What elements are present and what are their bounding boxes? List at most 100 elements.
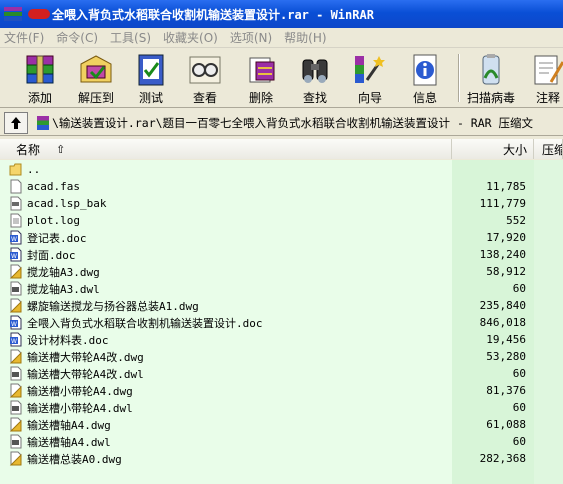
menu-options[interactable]: 选项(N): [230, 29, 272, 46]
extract-to-button[interactable]: 解压到: [74, 50, 118, 106]
file-size: 81,376: [486, 384, 526, 397]
file-name: 输送槽小带轮A4.dwg: [27, 384, 133, 398]
find-label: 查找: [302, 91, 327, 105]
file-row[interactable]: 输送槽小带轮A4.dwg 81,376: [0, 382, 563, 399]
virus-scan-label: 扫描病毒: [466, 91, 515, 105]
wizard-label: 向导: [357, 91, 382, 105]
file-row[interactable]: W 登记表.doc 17,920: [0, 229, 563, 246]
file-row[interactable]: 输送槽总装A0.dwg 282,368: [0, 450, 563, 467]
file-row[interactable]: 输送槽轴A4.dwg 61,088: [0, 416, 563, 433]
file-name: plot.log: [27, 214, 80, 227]
dwl-file-icon: [9, 434, 23, 449]
toolbar: 添加 解压到 测试 查看 删除 查找 向导 信息 扫描病毒 注释: [0, 48, 563, 108]
extract-to-icon: [80, 55, 112, 83]
file-name: 登记表.doc: [27, 231, 87, 245]
doc-file-icon: W: [9, 247, 23, 262]
file-size: 11,785: [486, 180, 526, 193]
dwg-file-icon: [9, 417, 23, 432]
file-row[interactable]: W 设计材料表.doc 19,456: [0, 331, 563, 348]
column-header-name[interactable]: 名称 ⇧: [0, 139, 452, 159]
file-row[interactable]: plot.log 552: [0, 212, 563, 229]
menu-commands[interactable]: 命令(C): [56, 29, 98, 46]
file-size: 846,018: [479, 316, 526, 329]
menu-tools[interactable]: 工具(S): [110, 29, 151, 46]
file-row[interactable]: 输送槽大带轮A4改.dwg 53,280: [0, 348, 563, 365]
test-button[interactable]: 测试: [131, 50, 171, 106]
file-row[interactable]: ..: [0, 161, 563, 178]
delete-button[interactable]: 删除: [241, 50, 281, 106]
delete-label: 删除: [248, 91, 273, 105]
file-row[interactable]: 输送槽小带轮A4.dwl 60: [0, 399, 563, 416]
menu-bar: 文件(F) 命令(C) 工具(S) 收藏夹(O) 选项(N) 帮助(H): [0, 28, 563, 48]
file-row[interactable]: 输送槽大带轮A4改.dwl 60: [0, 365, 563, 382]
delete-icon: [249, 57, 275, 83]
test-icon: [138, 54, 164, 86]
column-header-packed[interactable]: 压缩: [534, 139, 563, 159]
file-name: ..: [27, 163, 41, 176]
info-button[interactable]: 信息: [405, 50, 445, 106]
file-size: 17,920: [486, 231, 526, 244]
add-label: 添加: [27, 91, 52, 105]
info-label: 信息: [412, 91, 437, 105]
doc-file-icon: W: [9, 230, 23, 245]
file-size: 60: [512, 282, 526, 295]
file-row[interactable]: acad.fas 11,785: [0, 178, 563, 195]
file-size: 61,088: [486, 418, 526, 431]
file-row[interactable]: 搅龙轴A3.dwl 60: [0, 280, 563, 297]
column-header: 名称 ⇧ 大小 压缩: [0, 139, 563, 159]
window-title: 全喂入背负式水稻联合收割机输送装置设计.rar - WinRAR: [52, 7, 374, 22]
file-file-icon: [9, 179, 23, 194]
comment-icon: [534, 55, 563, 85]
file-row[interactable]: W 全喂入背负式水稻联合收割机输送装置设计.doc 846,018: [0, 314, 563, 331]
file-row[interactable]: acad.lsp_bak 111,779: [0, 195, 563, 212]
info-icon: [413, 54, 437, 86]
menu-file[interactable]: 文件(F): [4, 29, 44, 46]
dwg-file-icon: [9, 383, 23, 398]
dwg-file-icon: [9, 451, 23, 466]
file-name: 输送槽总装A0.dwg: [27, 452, 122, 466]
file-size: 60: [512, 401, 526, 414]
menu-help[interactable]: 帮助(H): [284, 29, 326, 46]
toolbar-separator: [458, 54, 460, 102]
file-name: 封面.doc: [27, 248, 76, 262]
wizard-icon: [355, 56, 385, 83]
virus-scan-button[interactable]: 扫描病毒: [464, 50, 518, 106]
svg-text:W: W: [11, 321, 17, 328]
up-folder-button[interactable]: [4, 111, 28, 134]
rar-archive-icon: [37, 115, 49, 130]
file-list: .. acad.fas 11,785 acad.lsp_bak 111,779 plot.…: [0, 160, 563, 484]
file-name: 输送槽大带轮A4改.dwl: [27, 367, 144, 381]
path-text: \输送装置设计.rar\题目一百零七全喂入背负式水稻联合收割机输送装置设计 - …: [52, 115, 534, 130]
file-size: 58,912: [486, 265, 526, 278]
find-button[interactable]: 查找: [295, 50, 335, 106]
virus-scan-icon: [482, 54, 500, 85]
column-header-size[interactable]: 大小: [452, 139, 534, 159]
comment-label: 注释: [535, 91, 560, 105]
file-size: 282,368: [479, 452, 526, 465]
file-row[interactable]: W 封面.doc 138,240: [0, 246, 563, 263]
dwg-file-icon: [9, 349, 23, 364]
file-name: 搅龙轴A3.dwg: [27, 265, 100, 279]
path-field[interactable]: \输送装置设计.rar\题目一百零七全喂入背负式水稻联合收割机输送装置设计 - …: [36, 113, 556, 133]
dwl-file-icon: [9, 400, 23, 415]
file-name: acad.lsp_bak: [27, 197, 107, 210]
file-row[interactable]: 搅龙轴A3.dwg 58,912: [0, 263, 563, 280]
file-name: 设计材料表.doc: [27, 333, 109, 347]
path-bar: \输送装置设计.rar\题目一百零七全喂入背负式水稻联合收割机输送装置设计 - …: [0, 110, 563, 136]
file-name: 输送槽大带轮A4改.dwg: [27, 350, 144, 364]
add-button[interactable]: 添加: [20, 50, 60, 106]
winrar-app-icon: [4, 5, 22, 23]
up-arrow-icon: [11, 116, 21, 129]
file-size: 53,280: [486, 350, 526, 363]
view-button[interactable]: 查看: [185, 50, 225, 106]
file-row[interactable]: 螺旋输送搅龙与扬谷器总装A1.dwg 235,840: [0, 297, 563, 314]
file-row[interactable]: 输送槽轴A4.dwl 60: [0, 433, 563, 450]
text-file-icon: [9, 213, 23, 228]
column-size-label: 大小: [502, 142, 527, 157]
find-icon: [302, 59, 328, 83]
wizard-button[interactable]: 向导: [350, 50, 390, 106]
sort-up-icon: ⇧: [56, 142, 66, 156]
menu-favorites[interactable]: 收藏夹(O): [163, 29, 218, 46]
svg-text:W: W: [11, 236, 17, 243]
comment-button[interactable]: 注释: [528, 50, 563, 106]
